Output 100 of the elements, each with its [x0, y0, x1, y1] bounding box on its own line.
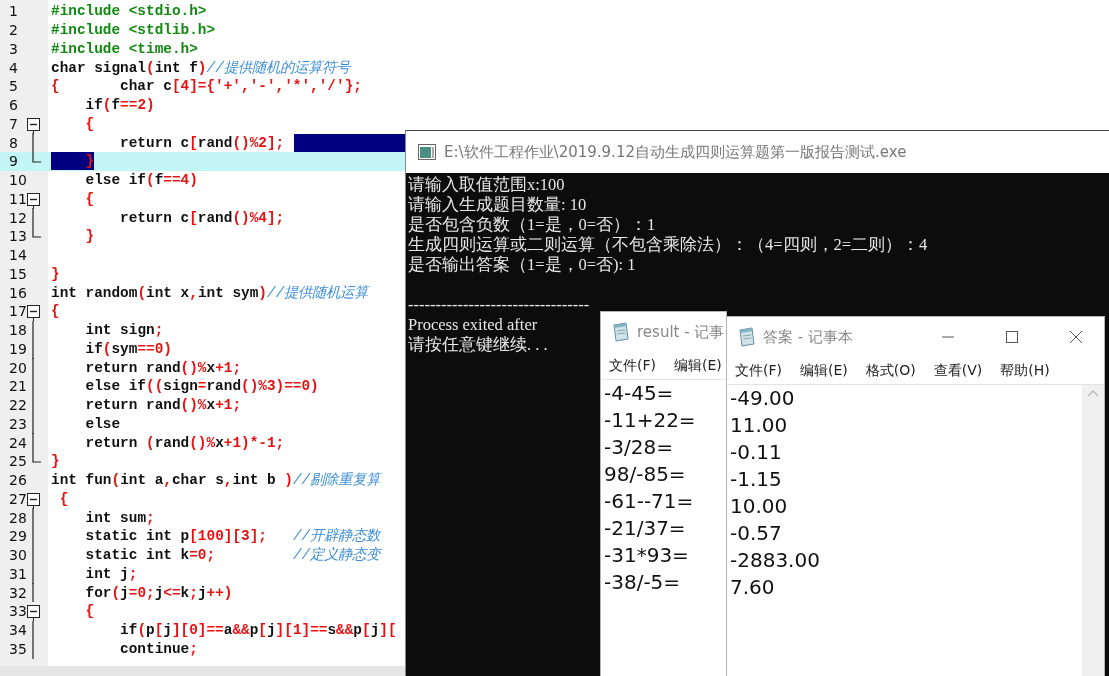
line-number: 26 [8, 472, 25, 489]
fold-guide-line [32, 133, 34, 153]
line-number: 35 [8, 640, 25, 657]
menu-item[interactable]: 文件(F) [609, 356, 656, 375]
text-line: -4-45= [604, 380, 674, 407]
text-line: 10.00 [730, 493, 788, 520]
code-line: if(p[j][0]==a&&p[j][1]==s&&p[j][ [119, 621, 397, 640]
line-number: 22 [8, 397, 25, 414]
line-number: 4 [8, 59, 19, 76]
fold-minus-icon[interactable] [26, 605, 40, 621]
console-output: Process exited after [408, 315, 538, 335]
code-line: char signal(int f)//提供随机的运算符号 [51, 58, 350, 77]
text-line: 98/-85= [604, 461, 686, 488]
line-number: 13 [8, 228, 25, 245]
menu-item[interactable]: 帮助(H) [1000, 361, 1050, 380]
console-output: --------------------------------- [408, 295, 590, 315]
line-number: 29 [8, 528, 25, 545]
fold-minus-icon[interactable] [26, 117, 40, 134]
console-output: 是否输出答案（1=是，0=否): 1 [408, 255, 636, 275]
line-number: 1 [8, 3, 19, 20]
code-line: int fun(int a,char s,int b )//剔除重复算 [51, 471, 381, 490]
console-app-icon [418, 144, 436, 160]
line-number: 7 [8, 115, 19, 132]
vertical-scrollbar[interactable] [1082, 385, 1104, 676]
code-line: { [84, 114, 95, 133]
line-number: 2 [8, 22, 19, 39]
code-line: return (rand()%x+1)*-1; [84, 433, 285, 452]
line-number: 17 [8, 303, 25, 320]
code-line: else [84, 414, 121, 433]
window-title: 答案 - 记事本 [763, 327, 853, 347]
fold-end-line [32, 227, 41, 238]
code-line: { [58, 489, 69, 508]
menu-item[interactable]: 编辑(E) [674, 356, 722, 375]
menu-item[interactable]: 格式(O) [865, 361, 916, 380]
code-line: return rand()%x+1; [84, 396, 242, 415]
line-number: 18 [8, 322, 25, 339]
fold-minus-icon[interactable] [26, 492, 40, 509]
code-line: if(f==2) [84, 96, 155, 115]
line-number: 21 [8, 378, 25, 395]
text-line: -49.00 [730, 385, 795, 412]
code-line: else if(f==4) [84, 171, 198, 190]
line-number: 5 [8, 78, 19, 95]
code-line: { [84, 602, 95, 621]
code-line: #include <stdio.h> [51, 2, 207, 21]
line-number: 34 [8, 622, 25, 639]
text-line: -11+22= [604, 407, 696, 434]
text-line: -0.11 [730, 439, 782, 466]
code-line: return rand()%x+1; [84, 358, 242, 377]
line-number: 10 [8, 172, 25, 189]
line-number: 25 [8, 453, 25, 470]
code-line: static int k=0; //定义静态变 [84, 546, 381, 565]
line-number: 3 [8, 40, 19, 57]
line-number: 20 [8, 359, 25, 376]
code-line: } [51, 264, 60, 283]
code-line: return c[rand()%2]; [119, 133, 285, 152]
console-output: 请输入生成题目数量: 10 [408, 195, 587, 215]
text-line: -0.57 [730, 520, 782, 547]
text-line: -61--71= [604, 488, 694, 515]
line-number: 12 [8, 209, 25, 226]
code-line: #include <stdlib.h> [51, 21, 216, 40]
code-line: if(sym==0) [84, 339, 172, 358]
fold-minus-icon[interactable] [26, 192, 40, 209]
text-line: -21/37= [604, 515, 686, 542]
text-area[interactable]: -49.00 11.00 -0.11 -1.15 10.00 -0.57 -2883.00 7.60 [727, 385, 1082, 676]
horizontal-scrollbar[interactable] [0, 666, 405, 676]
fold-minus-icon[interactable] [26, 305, 40, 321]
line-number: 15 [8, 265, 25, 282]
fold-end-line [32, 452, 41, 463]
fold-end-line [32, 152, 41, 163]
line-number: 6 [8, 97, 19, 114]
menu-item[interactable]: 文件(F) [735, 361, 782, 380]
line-number: 16 [8, 284, 25, 301]
notepad-icon [611, 322, 629, 342]
line-number: 14 [8, 247, 25, 264]
line-number: 28 [8, 509, 25, 526]
line-number: 23 [8, 415, 25, 432]
line-number: 33 [8, 603, 25, 620]
code-line: { [51, 302, 60, 321]
line-number: 24 [8, 434, 25, 451]
window-title: E:\软件工程作业\2019.9.12自动生成四则运算题第一版报告测试.exe [444, 142, 907, 162]
line-number: 9 [8, 153, 19, 170]
code-line: } [84, 227, 95, 246]
text-line: -38/-5= [604, 569, 681, 596]
text-line: 7.60 [730, 574, 775, 601]
menu-item[interactable]: 编辑(E) [800, 361, 848, 380]
code-line: static int p[100][3]; //开辟静态数 [84, 527, 381, 546]
text-area[interactable]: -4-45= -11+22= -3/28= 98/-85= -61--71= -21/37= -31*93= -38/-5= [601, 380, 726, 596]
code-line: int sum; [84, 508, 155, 527]
line-number: 8 [8, 134, 19, 151]
code-line: } [51, 452, 60, 471]
line-number: 30 [8, 547, 25, 564]
code-line: int j; [84, 564, 138, 583]
code-line: { [84, 189, 95, 208]
code-line: #include <time.h> [51, 39, 198, 58]
line-number: 31 [8, 565, 25, 582]
maximize-icon [1005, 330, 1019, 344]
menu-item[interactable]: 查看(V) [933, 361, 983, 380]
code-line: { char c[4]={'+','-','*','/'}; [51, 77, 362, 96]
console-output: 请按任意键继续. . . [408, 335, 548, 355]
text-line: -1.15 [730, 466, 782, 493]
